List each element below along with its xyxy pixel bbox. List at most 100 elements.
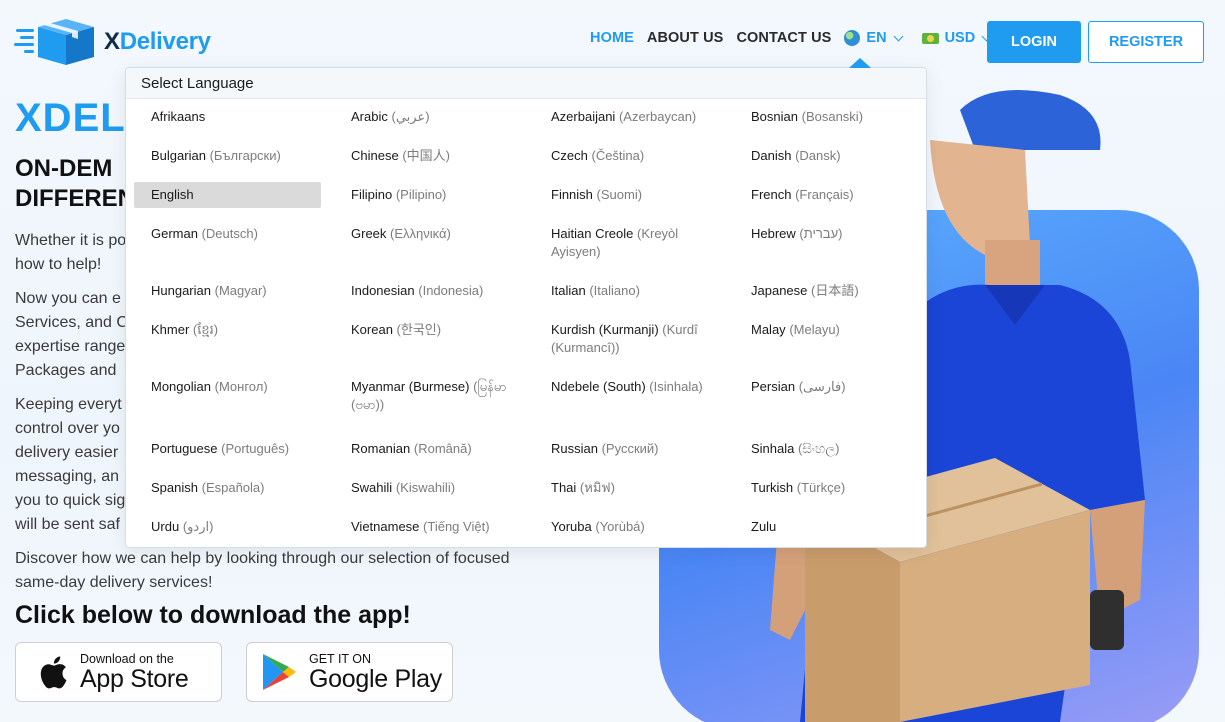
language-option[interactable]: Japanese (日本語) [734, 278, 921, 304]
language-name: Spanish [151, 480, 198, 495]
language-option[interactable]: Spanish (Española) [134, 475, 321, 501]
language-native-name: (Bosanski) [801, 109, 864, 124]
language-option[interactable]: Myanmar (Burmese) (မြန်မာ (ဗမာ)) [334, 374, 521, 418]
language-option[interactable]: Romanian (Română) [334, 436, 521, 462]
language-option[interactable]: Mongolian (Монгол) [134, 374, 321, 400]
language-name: Myanmar (Burmese) [351, 379, 470, 394]
language-name: French [751, 187, 792, 202]
language-native-name: (Русский) [601, 441, 659, 456]
language-name: Indonesian [351, 283, 415, 298]
language-option[interactable]: Italian (Italiano) [534, 278, 721, 304]
language-native-name: (Português) [221, 441, 290, 456]
language-option[interactable]: Filipino (Pilipino) [334, 182, 521, 208]
language-native-name: (Melayu) [789, 322, 840, 337]
language-name: Portuguese [151, 441, 218, 456]
language-option[interactable]: Korean (한국인) [334, 317, 521, 343]
language-name: Kurdish (Kurmanji) [551, 322, 659, 337]
language-name: Arabic [351, 109, 388, 124]
language-name: Filipino [351, 187, 393, 202]
language-name: Italian [551, 283, 586, 298]
language-native-name: (Ελληνικά) [390, 226, 451, 241]
language-name: Russian [551, 441, 598, 456]
language-option[interactable]: Danish (Dansk) [734, 143, 921, 169]
language-option[interactable]: Urdu (اردو) [134, 514, 321, 540]
language-option[interactable]: Indonesian (Indonesia) [334, 278, 521, 304]
language-option[interactable]: Kurdish (Kurmanji) (Kurdî (Kurmancî)) [534, 317, 721, 361]
language-option[interactable]: French (Français) [734, 182, 921, 208]
language-native-name: (Română) [413, 441, 472, 456]
google-play-small-text: GET IT ON [309, 652, 372, 666]
hero-paragraph-4: Discover how we can help by looking thro… [15, 550, 510, 591]
language-option[interactable]: Hungarian (Magyar) [134, 278, 321, 304]
language-option[interactable]: Bulgarian (Български) [134, 143, 321, 169]
language-name: Romanian [351, 441, 411, 456]
language-option[interactable]: Swahili (Kiswahili) [334, 475, 521, 501]
language-option[interactable]: Khmer (ខ្មែរ) [134, 317, 321, 343]
language-name: Vietnamese [351, 519, 420, 534]
language-name: English [151, 187, 194, 202]
apple-icon [40, 656, 67, 689]
language-native-name: (Yorùbá) [595, 519, 645, 534]
language-option[interactable]: Vietnamese (Tiếng Việt) [334, 514, 521, 540]
language-name: Afrikaans [151, 109, 206, 124]
language-native-name: (日本語) [811, 283, 859, 298]
language-option[interactable]: Yoruba (Yorùbá) [534, 514, 721, 540]
language-name: Finnish [551, 187, 593, 202]
language-option[interactable]: Bosnian (Bosanski) [734, 104, 921, 130]
language-name: Yoruba [551, 519, 592, 534]
language-name: Chinese [351, 148, 399, 163]
language-option[interactable]: Haitian Creole (Kreyòl Ayisyen) [534, 221, 721, 265]
google-play-icon [263, 654, 296, 690]
language-option[interactable]: Chinese (中国人) [334, 143, 521, 169]
language-name: Persian [751, 379, 796, 394]
language-option[interactable]: Russian (Русский) [534, 436, 721, 462]
language-native-name: (Italiano) [589, 283, 640, 298]
language-name: Zulu [751, 519, 777, 534]
language-option[interactable]: Ndebele (South) (Isinhala) [534, 374, 721, 400]
language-name: Czech [551, 148, 588, 163]
language-name: Malay [751, 322, 786, 337]
language-option[interactable]: Hebrew (עברית) [734, 221, 921, 247]
app-store-small-text: Download on the [80, 652, 174, 666]
app-store-button[interactable]: Download on the App Store [15, 642, 222, 702]
language-name: Urdu [151, 519, 180, 534]
language-option[interactable]: Finnish (Suomi) [534, 182, 721, 208]
google-play-button[interactable]: GET IT ON Google Play [246, 642, 453, 702]
language-option[interactable]: Czech (Čeština) [534, 143, 721, 169]
language-dropdown: Select Language Afrikaans Arabic (عربي) Az… [125, 58, 927, 548]
language-name: Japanese [751, 283, 808, 298]
language-option[interactable]: English [134, 182, 321, 208]
language-option[interactable]: Persian (فارسی) [734, 374, 921, 400]
language-option[interactable]: Malay (Melayu) [734, 317, 921, 343]
language-dropdown-header: Select Language [126, 68, 926, 99]
language-option[interactable]: Arabic (عربي) [334, 104, 521, 130]
language-option[interactable]: Zulu [734, 514, 921, 540]
language-name: Haitian Creole [551, 226, 634, 241]
language-name: Ndebele (South) [551, 379, 646, 394]
google-play-big-text: Google Play [309, 665, 442, 693]
language-option[interactable]: Turkish (Türkçe) [734, 475, 921, 501]
language-name: Mongolian [151, 379, 211, 394]
language-option[interactable]: German (Deutsch) [134, 221, 321, 247]
language-native-name: (עברית) [799, 226, 843, 241]
language-native-name: (اردو) [182, 519, 214, 534]
language-option[interactable]: Greek (Ελληνικά) [334, 221, 521, 247]
language-option[interactable]: Portuguese (Português) [134, 436, 321, 462]
nav-about-us[interactable]: ABOUT US [647, 30, 724, 46]
language-native-name: (Français) [795, 187, 854, 202]
hero-title: XDELI [15, 96, 138, 140]
language-option[interactable]: Afrikaans [134, 104, 321, 130]
language-option[interactable]: Thai (หมิฟ) [534, 475, 721, 501]
language-option[interactable]: Sinhala (සිංහල) [734, 436, 921, 462]
language-native-name: (Dansk) [795, 148, 841, 163]
language-option[interactable]: Azerbaijani (Azerbaycan) [534, 104, 721, 130]
language-name: Sinhala [751, 441, 795, 456]
language-native-name: (ខ្មែរ) [192, 322, 219, 337]
language-native-name: (Kiswahili) [395, 480, 456, 495]
language-native-name: (Čeština) [591, 148, 645, 163]
language-name: Greek [351, 226, 387, 241]
language-native-name: (Tiếng Việt) [423, 519, 490, 534]
language-native-name: (Deutsch) [201, 226, 258, 241]
brand-logo[interactable]: XDelivery [14, 17, 211, 67]
nav-home[interactable]: HOME [590, 30, 634, 46]
